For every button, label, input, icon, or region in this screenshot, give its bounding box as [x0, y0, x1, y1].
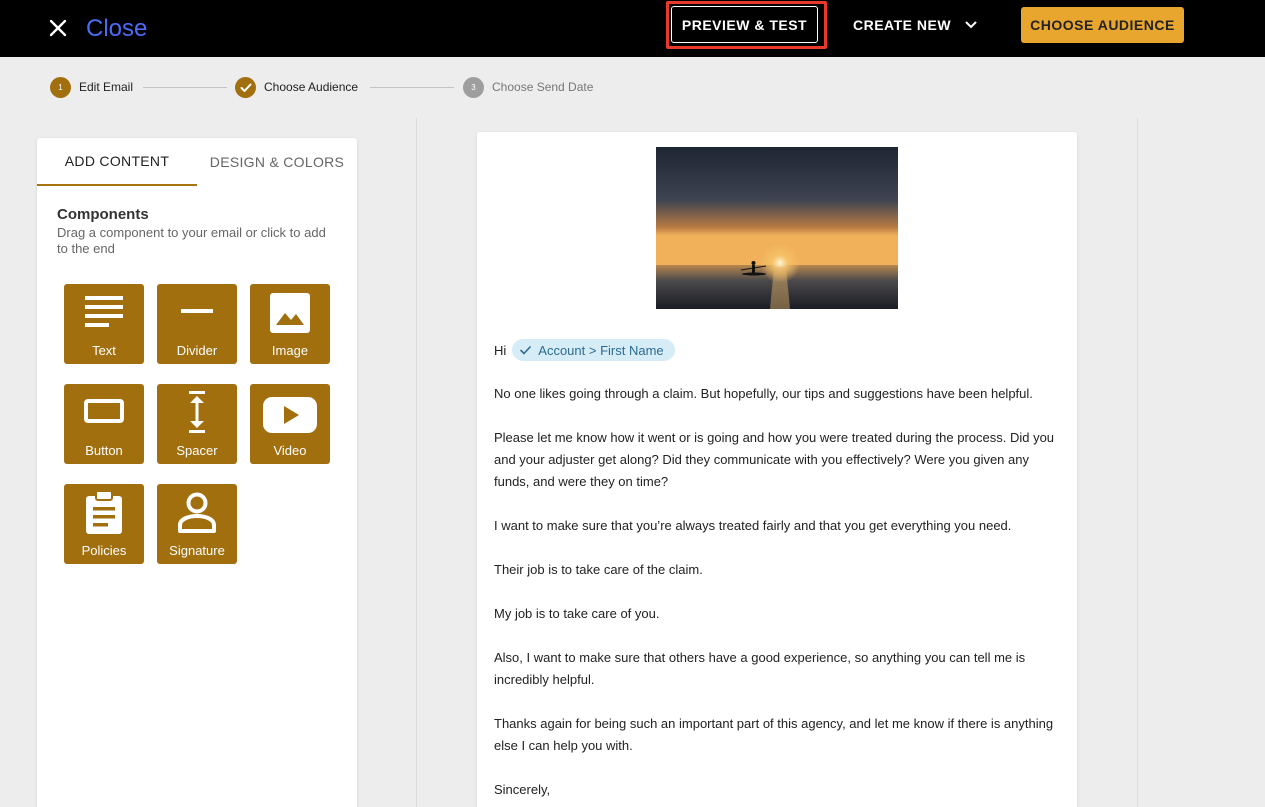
- create-new-button[interactable]: CREATE NEW: [853, 8, 977, 42]
- component-policies[interactable]: Policies: [64, 484, 144, 564]
- chevron-down-icon: [965, 21, 977, 29]
- canvas-border: [416, 118, 417, 807]
- choose-audience-label: CHOOSE AUDIENCE: [1030, 17, 1175, 33]
- step-2-label[interactable]: Choose Audience: [264, 80, 358, 94]
- component-video[interactable]: Video: [250, 384, 330, 464]
- components-title: Components: [57, 206, 149, 223]
- merge-tag-label: Account > First Name: [538, 342, 664, 358]
- email-paragraph[interactable]: No one likes going through a claim. But …: [494, 383, 1064, 405]
- component-label: Policies: [81, 543, 127, 558]
- component-label: Video: [273, 443, 307, 458]
- greeting-text: Hi: [494, 342, 507, 358]
- components-panel: ADD CONTENT DESIGN & COLORS Components D…: [37, 138, 357, 807]
- choose-audience-button[interactable]: CHOOSE AUDIENCE: [1021, 7, 1184, 43]
- create-new-label: CREATE NEW: [853, 17, 952, 33]
- component-divider[interactable]: Divider: [157, 284, 237, 364]
- components-subtitle: Drag a component to your email or click …: [57, 225, 326, 256]
- close-icon[interactable]: [48, 18, 68, 38]
- component-label: Divider: [176, 343, 218, 358]
- check-icon: [235, 77, 256, 98]
- spacer-icon: [189, 391, 205, 433]
- tab-design-colors[interactable]: DESIGN & COLORS: [197, 138, 357, 186]
- hero-image[interactable]: [656, 147, 898, 309]
- component-button[interactable]: Button: [64, 384, 144, 464]
- top-bar: Close PREVIEW & TEST CREATE NEW CHOOSE A…: [0, 0, 1265, 57]
- step-3-label[interactable]: Choose Send Date: [492, 80, 593, 94]
- canvas-border: [1137, 118, 1138, 807]
- image-icon: [270, 293, 310, 333]
- video-icon: [263, 397, 317, 433]
- component-spacer[interactable]: Spacer: [157, 384, 237, 464]
- email-signoff[interactable]: Sincerely,: [494, 779, 1064, 801]
- merge-tag-chip[interactable]: Account > First Name: [512, 339, 675, 361]
- email-paragraph[interactable]: My job is to take care of you.: [494, 603, 1064, 625]
- step-3-number: 3: [463, 77, 484, 98]
- email-paragraph[interactable]: I want to make sure that you’re always t…: [494, 515, 1064, 537]
- clipboard-icon: [86, 490, 122, 534]
- person-icon: [178, 492, 216, 533]
- component-label: Button: [85, 443, 123, 458]
- step-1-number: 1: [50, 77, 71, 98]
- close-link[interactable]: Close: [86, 15, 147, 43]
- check-icon: [520, 345, 532, 355]
- email-paragraph[interactable]: Also, I want to make sure that others ha…: [494, 647, 1064, 691]
- email-paragraph[interactable]: Please let me know how it went or is goi…: [494, 427, 1064, 493]
- component-label: Spacer: [176, 443, 218, 458]
- component-label: Image: [271, 343, 309, 358]
- component-label: Text: [92, 343, 116, 358]
- tab-add-content[interactable]: ADD CONTENT: [37, 138, 197, 186]
- email-preview: Hi Account > First Name No one likes goi…: [477, 132, 1077, 807]
- email-paragraph[interactable]: Thanks again for being such an important…: [494, 713, 1064, 757]
- preview-test-label: PREVIEW & TEST: [681, 16, 808, 33]
- step-connector: [370, 87, 454, 88]
- component-image[interactable]: Image: [250, 284, 330, 364]
- component-label: Signature: [169, 543, 225, 558]
- step-connector: [143, 87, 227, 88]
- divider-icon: [181, 309, 213, 313]
- component-signature[interactable]: Signature: [157, 484, 237, 564]
- email-paragraph[interactable]: Their job is to take care of the claim.: [494, 559, 1064, 581]
- greeting-line: Hi Account > First Name: [494, 339, 675, 361]
- step-1-label[interactable]: Edit Email: [79, 80, 133, 94]
- component-text[interactable]: Text: [64, 284, 144, 364]
- text-lines-icon: [85, 296, 123, 327]
- button-icon: [84, 399, 124, 423]
- preview-test-button[interactable]: PREVIEW & TEST: [671, 6, 818, 43]
